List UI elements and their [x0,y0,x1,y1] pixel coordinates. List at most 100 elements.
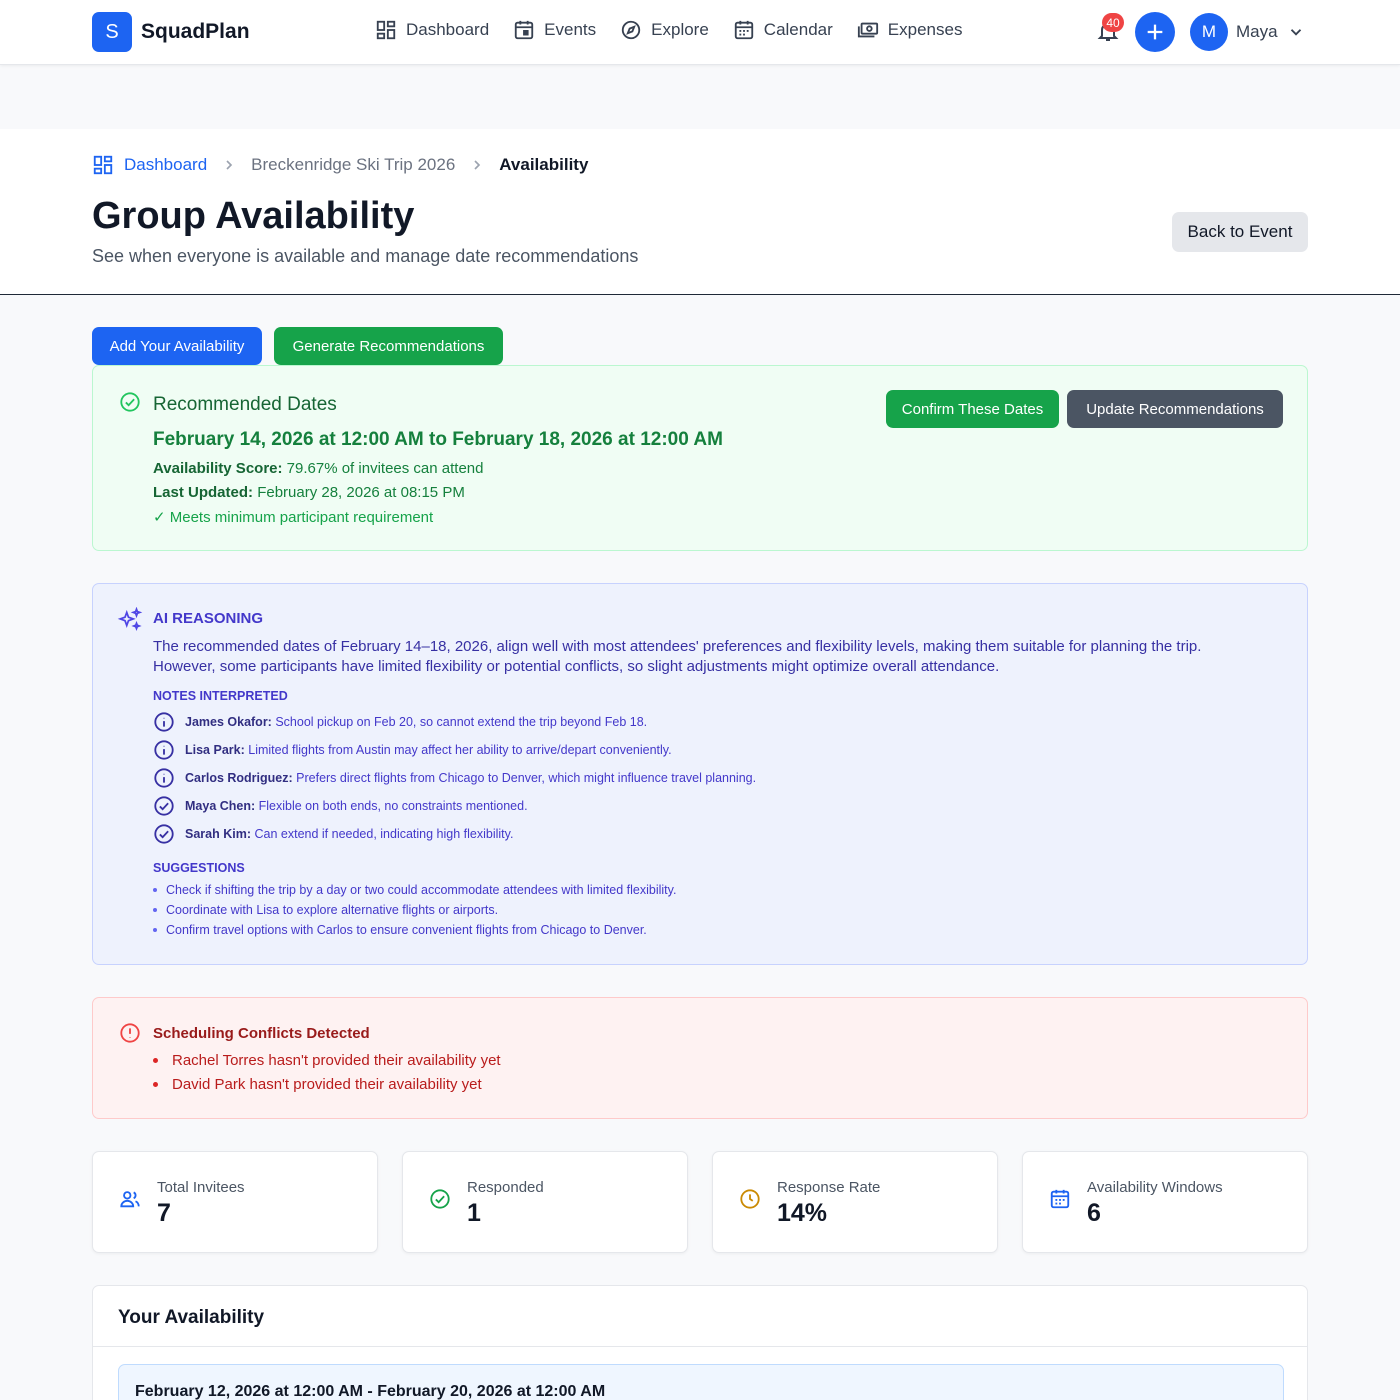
nav-explore[interactable]: Explore [620,19,709,41]
create-button[interactable] [1135,12,1175,52]
availability-range: February 12, 2026 at 12:00 AM - February… [135,1383,606,1400]
conflict-text: Rachel Torres hasn't provided their avai… [172,1052,501,1069]
clock-icon [740,1189,760,1209]
suggestions-title: SUGGESTIONS [153,861,245,875]
brand-logo: S [92,12,132,52]
nav-explore-label: Explore [651,20,709,39]
breadcrumb-event[interactable]: Breckenridge Ski Trip 2026 [251,155,455,175]
nav-dashboard-label: Dashboard [406,20,490,39]
note-text: Flexible on both ends, no constraints me… [258,799,528,813]
update-recommendations-button[interactable]: Update Recommendations [1067,390,1283,428]
stat-availability-windows: Availability Windows 6 [1022,1151,1308,1253]
nav-dashboard[interactable]: Dashboard [375,19,489,41]
nav-events-label: Events [544,20,597,39]
stat-value: 1 [467,1199,481,1227]
check-circle-icon [154,824,174,844]
conflict-item: Rachel Torres hasn't provided their avai… [153,1052,501,1069]
breadcrumb-current: Availability [499,155,589,174]
stat-label: Availability Windows [1087,1179,1223,1196]
last-updated: Last Updated: February 28, 2026 at 08:15… [153,484,465,501]
ai-reasoning-card: AI REASONING The recommended dates of Fe… [92,583,1308,965]
notification-badge: 40 [1102,13,1124,32]
conflicts-card: Scheduling Conflicts Detected Rachel Tor… [92,997,1308,1119]
conflicts-title: Scheduling Conflicts Detected [153,1025,370,1042]
check-circle-icon [430,1189,450,1209]
stat-value: 14% [777,1199,828,1227]
suggestion-text: Check if shifting the trip by a day or t… [166,883,677,897]
nav-calendar-label: Calendar [763,20,833,39]
info-circle-icon [154,768,174,788]
suggestion-text: Confirm travel options with Carlos to en… [166,923,647,937]
grid-icon [93,155,113,175]
note-name: Sarah Kim: [185,827,251,841]
page-subtitle: See when everyone is available and manag… [92,246,639,266]
brand[interactable]: S SquadPlan [92,12,250,52]
score-label: Availability Score: [153,460,283,477]
add-availability-button[interactable]: Add Your Availability [92,327,262,365]
nav-calendar[interactable]: Calendar [733,19,833,41]
ai-reasoning-body: The recommended dates of February 14–18,… [153,638,1202,675]
note-item: James Okafor: School pickup on Feb 20, s… [153,711,647,733]
note-text: Prefers direct flights from Chicago to D… [296,771,757,785]
check-circle-icon [120,392,140,412]
note-name: Maya Chen: [185,799,256,813]
requirement-status: ✓ Meets minimum participant requirement [153,509,434,526]
conflict-text: David Park hasn't provided their availab… [172,1076,482,1093]
conflict-item: David Park hasn't provided their availab… [153,1076,482,1093]
breadcrumb-home-label: Dashboard [124,155,208,174]
plus-icon [1147,24,1163,40]
calendar-event-icon [515,20,534,40]
stat-value: 6 [1087,1199,1101,1227]
avatar[interactable]: M [1190,13,1228,51]
stat-total-invitees: Total Invitees 7 [92,1151,378,1253]
updated-label: Last Updated: [153,484,254,501]
note-item: Sarah Kim: Can extend if needed, indicat… [153,823,513,845]
availability-score: Availability Score: 79.67% of invitees c… [153,460,483,477]
compass-icon [621,20,641,40]
users-icon [120,1191,140,1208]
nav-events[interactable]: Events [513,19,596,41]
recommended-dates-card: Recommended Dates February 14, 2026 at 1… [92,365,1308,551]
user-name[interactable]: Maya [1236,22,1278,42]
your-availability-card: Your Availability February 12, 2026 at 1… [92,1285,1308,1400]
suggestion-text: Coordinate with Lisa to explore alternat… [166,903,499,917]
note-item: Carlos Rodriguez: Prefers direct flights… [153,767,756,789]
info-circle-icon [154,740,174,760]
stat-label: Response Rate [777,1179,881,1196]
confirm-dates-button[interactable]: Confirm These Dates [886,390,1059,428]
back-to-event-button[interactable]: Back to Event [1172,212,1308,252]
page-header: Dashboard Breckenridge Ski Trip 2026 Ava… [0,129,1400,295]
breadcrumb: Dashboard Breckenridge Ski Trip 2026 Ava… [92,154,588,176]
availability-window[interactable]: February 12, 2026 at 12:00 AM - February… [118,1364,1284,1400]
stat-responded: Responded 1 [402,1151,688,1253]
calendar-icon [1050,1189,1070,1209]
note-name: James Okafor: [185,715,272,729]
nav-expenses[interactable]: Expenses [857,19,963,41]
stat-response-rate: Response Rate 14% [712,1151,998,1253]
recommended-title: Recommended Dates [153,394,337,415]
chevron-right-icon [226,160,233,170]
money-icon [857,22,878,38]
breadcrumb-home[interactable]: Dashboard [92,154,207,176]
info-circle-icon [154,712,174,732]
suggestion-item: Coordinate with Lisa to explore alternat… [153,903,498,917]
note-text: Can extend if needed, indicating high fl… [254,827,514,841]
note-name: Lisa Park: [185,743,245,757]
note-name: Carlos Rodriguez: [185,771,293,785]
updated-value: February 28, 2026 at 08:15 PM [257,484,465,501]
note-text: Limited flights from Austin may affect h… [248,743,672,757]
nav-expenses-label: Expenses [887,20,963,39]
stat-label: Total Invitees [157,1179,245,1196]
ai-reasoning-title: AI REASONING [153,610,264,627]
note-item: Lisa Park: Limited flights from Austin m… [153,739,672,761]
chevron-down-icon[interactable] [1287,23,1305,41]
top-navigation: S SquadPlan Dashboard Events Explore Cal… [0,0,1400,65]
check-circle-icon [154,796,174,816]
generate-recommendations-button[interactable]: Generate Recommendations [274,327,503,365]
note-text: School pickup on Feb 20, so cannot exten… [275,715,648,729]
divider [93,1346,1307,1347]
recommended-range: February 14, 2026 at 12:00 AM to Februar… [153,429,723,450]
suggestion-item: Check if shifting the trip by a day or t… [153,883,676,897]
brand-name: SquadPlan [141,20,250,43]
alert-circle-icon [120,1023,140,1043]
